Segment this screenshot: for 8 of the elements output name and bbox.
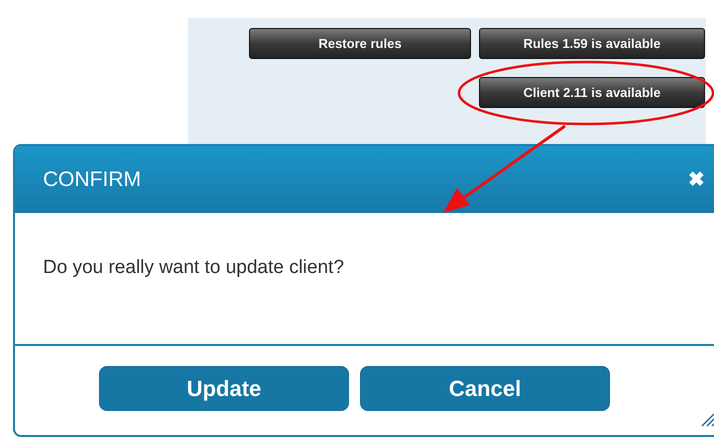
close-button[interactable]: ✖ (688, 167, 705, 192)
dialog-button[interactable]: Cancel (360, 366, 610, 411)
toolbar-button[interactable]: Rules 1.59 is available (479, 28, 705, 59)
dialog-button[interactable]: Update (99, 366, 349, 411)
dialog-title: CONFIRM (43, 168, 141, 192)
dialog-message: Do you really want to update client? (43, 257, 344, 278)
toolbar-button[interactable]: Client 2.11 is available (479, 77, 705, 108)
toolbar-button[interactable]: Restore rules (249, 28, 471, 59)
